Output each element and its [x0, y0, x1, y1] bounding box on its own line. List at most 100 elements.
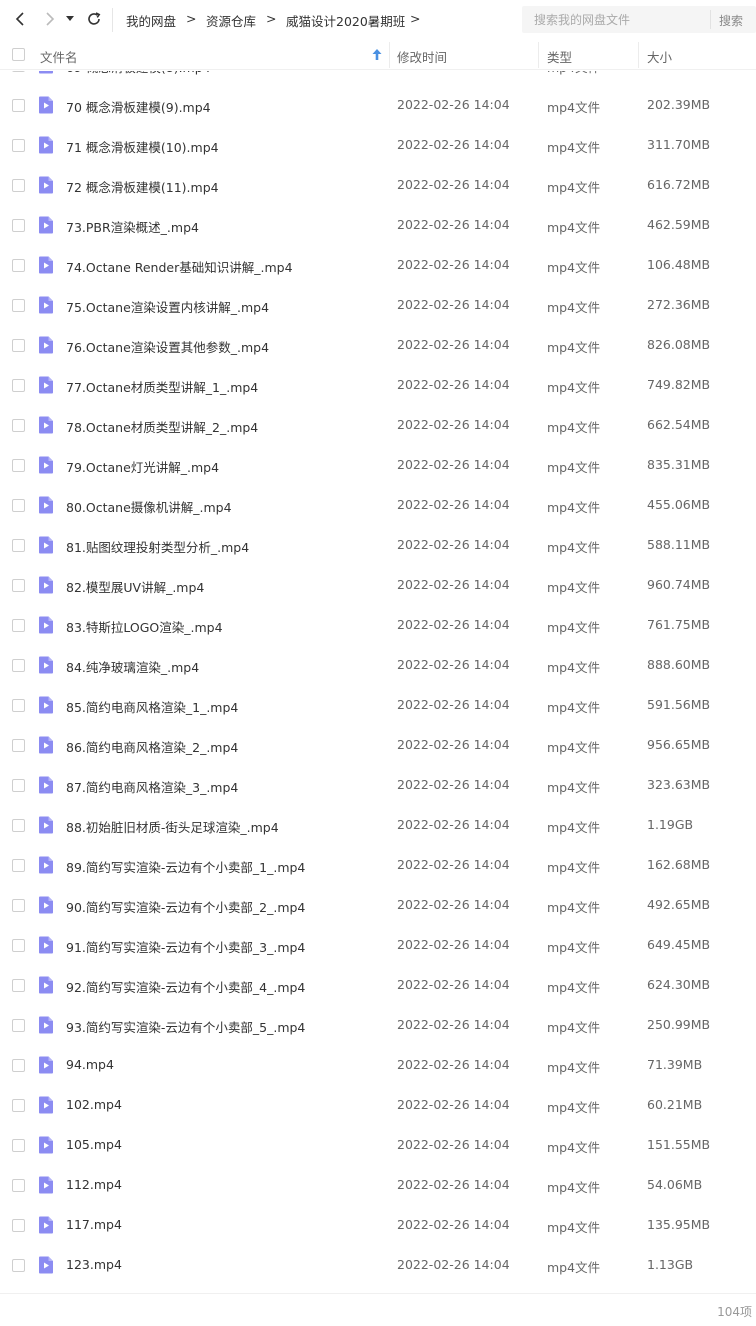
row-checkbox[interactable]: [12, 819, 25, 832]
file-name[interactable]: 88.初始脏旧材质-街头足球渲染_.mp4: [66, 817, 279, 836]
column-divider[interactable]: [538, 42, 539, 68]
file-name[interactable]: 84.纯净玻璃渲染_.mp4: [66, 657, 199, 676]
file-row[interactable]: 70 概念滑板建模(9).mp4 2022-02-26 14:04 mp4文件 202…: [0, 85, 756, 125]
file-row[interactable]: 123.mp4 2022-02-26 14:04 mp4文件 1.13GB: [0, 1245, 756, 1285]
file-name[interactable]: 86.简约电商风格渲染_2_.mp4: [66, 737, 238, 756]
row-checkbox[interactable]: [12, 499, 25, 512]
row-checkbox[interactable]: [12, 739, 25, 752]
row-checkbox[interactable]: [12, 259, 25, 272]
file-row[interactable]: 72 概念滑板建模(11).mp4 2022-02-26 14:04 mp4文件 61…: [0, 165, 756, 205]
file-row[interactable]: 74.Octane Render基础知识讲解_.mp4 2022-02-26 14…: [0, 245, 756, 285]
file-row[interactable]: 85.简约电商风格渲染_1_.mp4 2022-02-26 14:04 mp4文件 5…: [0, 685, 756, 725]
back-button[interactable]: [10, 8, 32, 30]
file-row[interactable]: 112.mp4 2022-02-26 14:04 mp4文件 54.06MB: [0, 1165, 756, 1205]
file-name[interactable]: 74.Octane Render基础知识讲解_.mp4: [66, 257, 293, 276]
file-row[interactable]: 69 概念滑板建模(8).mp4 2022-02-26 14:04 mp4文件 229…: [0, 71, 756, 85]
row-checkbox[interactable]: [12, 659, 25, 672]
breadcrumb-item[interactable]: 我的网盘: [126, 11, 176, 30]
row-checkbox[interactable]: [12, 699, 25, 712]
column-header-type[interactable]: 类型: [547, 47, 572, 66]
file-row[interactable]: 75.Octane渲染设置内核讲解_.mp4 2022-02-26 14:04 mp…: [0, 285, 756, 325]
file-row[interactable]: 105.mp4 2022-02-26 14:04 mp4文件 151.55MB: [0, 1125, 756, 1165]
row-checkbox[interactable]: [12, 1099, 25, 1112]
column-header-name[interactable]: 文件名: [40, 47, 78, 66]
file-name[interactable]: 94.mp4: [66, 1057, 114, 1072]
row-checkbox[interactable]: [12, 1059, 25, 1072]
row-checkbox[interactable]: [12, 99, 25, 112]
row-checkbox[interactable]: [12, 1219, 25, 1232]
refresh-button[interactable]: [83, 8, 105, 30]
file-row[interactable]: 79.Octane灯光讲解_.mp4 2022-02-26 14:04 mp4文件 8…: [0, 445, 756, 485]
file-name[interactable]: 80.Octane摄像机讲解_.mp4: [66, 497, 232, 516]
file-name[interactable]: 85.简约电商风格渲染_1_.mp4: [66, 697, 238, 716]
file-row[interactable]: 76.Octane渲染设置其他参数_.mp4 2022-02-26 14:04 mp…: [0, 325, 756, 365]
file-row[interactable]: 84.纯净玻璃渲染_.mp4 2022-02-26 14:04 mp4文件 888.6…: [0, 645, 756, 685]
file-row[interactable]: 71 概念滑板建模(10).mp4 2022-02-26 14:04 mp4文件 31…: [0, 125, 756, 165]
file-name[interactable]: 77.Octane材质类型讲解_1_.mp4: [66, 377, 258, 396]
select-all-checkbox[interactable]: [12, 48, 25, 61]
row-checkbox[interactable]: [12, 939, 25, 952]
file-row[interactable]: 73.PBR渲染概述_.mp4 2022-02-26 14:04 mp4文件 462.…: [0, 205, 756, 245]
row-checkbox[interactable]: [12, 899, 25, 912]
row-checkbox[interactable]: [12, 779, 25, 792]
file-row[interactable]: 89.简约写实渲染-云边有个小卖部_1_.mp4 2022-02-26 14:04…: [0, 845, 756, 885]
file-name[interactable]: 105.mp4: [66, 1137, 122, 1152]
file-name[interactable]: 87.简约电商风格渲染_3_.mp4: [66, 777, 238, 796]
breadcrumb-item[interactable]: 威猫设计2020暑期班: [286, 11, 405, 30]
row-checkbox[interactable]: [12, 1259, 25, 1272]
file-row[interactable]: 87.简约电商风格渲染_3_.mp4 2022-02-26 14:04 mp4文件 3…: [0, 765, 756, 805]
file-name[interactable]: 70 概念滑板建模(9).mp4: [66, 97, 211, 116]
file-name[interactable]: 69 概念滑板建模(8).mp4: [66, 71, 211, 76]
file-name[interactable]: 112.mp4: [66, 1177, 122, 1192]
column-divider[interactable]: [638, 42, 639, 68]
search-input[interactable]: [522, 6, 702, 33]
file-name[interactable]: 76.Octane渲染设置其他参数_.mp4: [66, 337, 269, 356]
file-row[interactable]: 78.Octane材质类型讲解_2_.mp4 2022-02-26 14:04 mp…: [0, 405, 756, 445]
file-name[interactable]: 79.Octane灯光讲解_.mp4: [66, 457, 219, 476]
row-checkbox[interactable]: [12, 619, 25, 632]
row-checkbox[interactable]: [12, 1179, 25, 1192]
file-row[interactable]: 94.mp4 2022-02-26 14:04 mp4文件 71.39MB: [0, 1045, 756, 1085]
file-name[interactable]: 73.PBR渲染概述_.mp4: [66, 217, 199, 236]
forward-button[interactable]: [38, 8, 60, 30]
row-checkbox[interactable]: [12, 459, 25, 472]
row-checkbox[interactable]: [12, 1019, 25, 1032]
file-name[interactable]: 90.简约写实渲染-云边有个小卖部_2_.mp4: [66, 897, 305, 916]
column-divider[interactable]: [389, 42, 390, 68]
file-row[interactable]: 90.简约写实渲染-云边有个小卖部_2_.mp4 2022-02-26 14:04…: [0, 885, 756, 925]
file-name[interactable]: 71 概念滑板建模(10).mp4: [66, 137, 219, 156]
row-checkbox[interactable]: [12, 339, 25, 352]
file-row[interactable]: 88.初始脏旧材质-街头足球渲染_.mp4 2022-02-26 14:04 mp4…: [0, 805, 756, 845]
file-name[interactable]: 82.模型展UV讲解_.mp4: [66, 577, 204, 596]
row-checkbox[interactable]: [12, 979, 25, 992]
file-name[interactable]: 89.简约写实渲染-云边有个小卖部_1_.mp4: [66, 857, 305, 876]
row-checkbox[interactable]: [12, 299, 25, 312]
file-name[interactable]: 83.特斯拉LOGO渲染_.mp4: [66, 617, 223, 636]
row-checkbox[interactable]: [12, 139, 25, 152]
file-name[interactable]: 92.简约写实渲染-云边有个小卖部_4_.mp4: [66, 977, 305, 996]
breadcrumb-item[interactable]: 资源仓库: [206, 11, 256, 30]
file-name[interactable]: 93.简约写实渲染-云边有个小卖部_5_.mp4: [66, 1017, 305, 1036]
file-row[interactable]: 92.简约写实渲染-云边有个小卖部_4_.mp4 2022-02-26 14:04…: [0, 965, 756, 1005]
row-checkbox[interactable]: [12, 579, 25, 592]
row-checkbox[interactable]: [12, 179, 25, 192]
row-checkbox[interactable]: [12, 379, 25, 392]
column-header-size[interactable]: 大小: [647, 47, 672, 66]
sort-ascending-icon[interactable]: [372, 49, 382, 60]
file-row[interactable]: 77.Octane材质类型讲解_1_.mp4 2022-02-26 14:04 mp…: [0, 365, 756, 405]
row-checkbox[interactable]: [12, 1139, 25, 1152]
file-row[interactable]: 102.mp4 2022-02-26 14:04 mp4文件 60.21MB: [0, 1085, 756, 1125]
row-checkbox[interactable]: [12, 219, 25, 232]
file-name[interactable]: 75.Octane渲染设置内核讲解_.mp4: [66, 297, 269, 316]
row-checkbox[interactable]: [12, 419, 25, 432]
search-button[interactable]: 搜索: [719, 12, 743, 29]
file-row[interactable]: 117.mp4 2022-02-26 14:04 mp4文件 135.95MB: [0, 1205, 756, 1245]
column-header-modified[interactable]: 修改时间: [397, 47, 447, 66]
file-name[interactable]: 117.mp4: [66, 1217, 122, 1232]
history-dropdown-button[interactable]: [63, 8, 77, 30]
file-name[interactable]: 102.mp4: [66, 1097, 122, 1112]
file-row[interactable]: 83.特斯拉LOGO渲染_.mp4 2022-02-26 14:04 mp4文件 76…: [0, 605, 756, 645]
file-row[interactable]: 82.模型展UV讲解_.mp4 2022-02-26 14:04 mp4文件 960.…: [0, 565, 756, 605]
file-row[interactable]: 80.Octane摄像机讲解_.mp4 2022-02-26 14:04 mp4文件…: [0, 485, 756, 525]
file-name[interactable]: 91.简约写实渲染-云边有个小卖部_3_.mp4: [66, 937, 305, 956]
